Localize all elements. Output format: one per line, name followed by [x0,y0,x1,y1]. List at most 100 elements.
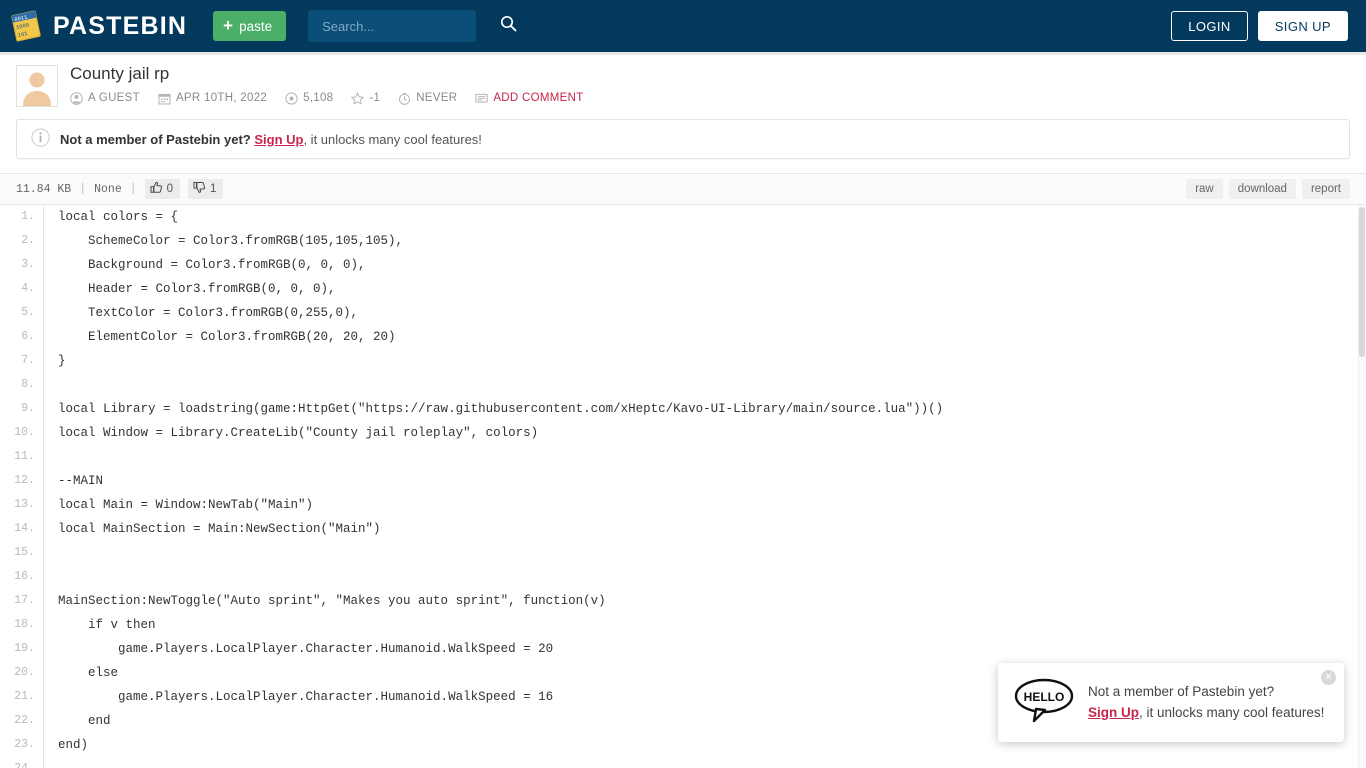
code-line: 10. local Window = Library.CreateLib("Cou… [0,421,1366,445]
clock-icon [398,92,411,105]
add-comment-link[interactable]: ADD COMMENT [475,92,583,105]
like-button[interactable]: 0 [144,179,181,199]
line-number: 24. [0,757,44,768]
toolbar-separator-1: | [79,182,87,196]
auth-buttons: LOGIN SIGN UP [1171,11,1348,41]
star-icon [351,92,365,105]
code-line: 18. if v then [0,613,1366,637]
code-scrollbar[interactable] [1358,205,1366,768]
search-icon[interactable] [500,15,517,37]
meta-rating-label: -1 [369,92,381,105]
toast-tail: , it unlocks many cool features! [1139,704,1325,720]
line-number: 1. [0,205,44,229]
code-line: 8. [0,373,1366,397]
membership-banner: Not a member of Pastebin yet? Sign Up, i… [16,119,1350,159]
line-number: 3. [0,253,44,277]
line-text[interactable]: game.Players.LocalPlayer.Character.Human… [44,637,1366,661]
code-line: 17. MainSection:NewToggle("Auto sprint", … [0,589,1366,613]
code-line: 3. Background = Color3.fromRGB(0, 0, 0), [0,253,1366,277]
line-number: 7. [0,349,44,373]
line-text[interactable]: --MAIN [44,469,1366,493]
meta-date-label: APR 10TH, 2022 [175,92,268,105]
plus-icon: + [223,15,234,35]
code-line: 12. --MAIN [0,469,1366,493]
brand-logo-link[interactable]: 0011 1000 101 PASTEBIN [8,8,187,44]
line-text[interactable] [44,757,1366,768]
line-number: 5. [0,301,44,325]
svg-text:HELLO: HELLO [1024,690,1065,704]
line-number: 17. [0,589,44,613]
banner-tail: , it unlocks many cool features! [303,131,482,147]
line-text[interactable]: if v then [44,613,1366,637]
code-line: 4. Header = Color3.fromRGB(0, 0, 0), [0,277,1366,301]
dislike-button[interactable]: 1 [188,179,224,199]
search-input[interactable] [320,17,501,35]
line-number: 19. [0,637,44,661]
line-number: 16. [0,565,44,589]
line-number: 14. [0,517,44,541]
meta-rating[interactable]: -1 [351,92,380,105]
code-line: 19. game.Players.LocalPlayer.Character.H… [0,637,1366,661]
line-number: 22. [0,709,44,733]
paste-language: None [94,182,122,196]
close-icon[interactable]: ✕ [1321,670,1336,685]
download-button[interactable]: download [1228,179,1296,199]
user-icon [70,91,83,105]
meta-date: APR 10TH, 2022 [158,92,267,105]
banner-signup-link[interactable]: Sign Up [254,132,303,147]
toast-signup-link[interactable]: Sign Up [1088,705,1139,720]
report-button[interactable]: report [1301,179,1350,199]
search-box[interactable] [308,10,517,42]
line-text[interactable]: Header = Color3.fromRGB(0, 0, 0), [44,277,1366,301]
meta-author-label: A GUEST [88,92,140,105]
line-number: 12. [0,469,44,493]
code-scrollbar-thumb[interactable] [1359,207,1365,357]
code-line: 5. TextColor = Color3.fromRGB(0,255,0), [0,301,1366,325]
line-text[interactable]: TextColor = Color3.fromRGB(0,255,0), [44,301,1366,325]
paste-header: County jail rp A GUEST APR 10TH, 2022 5,… [0,55,1366,107]
line-number: 20. [0,661,44,685]
line-number: 21. [0,685,44,709]
line-text[interactable]: } [44,349,1366,373]
raw-button[interactable]: raw [1186,179,1223,199]
hello-speech-bubble-icon: HELLO [1014,676,1074,729]
line-number: 11. [0,445,44,469]
line-number: 10. [0,421,44,445]
signup-toast: HELLO Not a member of Pastebin yet? Sign… [998,663,1344,742]
line-number: 15. [0,541,44,565]
thumbs-down-icon [193,181,206,197]
new-paste-label: paste [239,18,273,34]
code-line: 2. SchemeColor = Color3.fromRGB(105,105,… [0,229,1366,253]
page-title: County jail rp [70,64,170,83]
paste-size: 11.84 KB [16,182,72,196]
new-paste-button[interactable]: + paste [213,11,287,41]
code-line: 1. local colors = { [0,205,1366,229]
line-number: 2. [0,229,44,253]
line-text[interactable]: local Library = loadstring(game:HttpGet(… [44,397,1366,421]
thumbs-up-icon [150,181,163,197]
code-line: 15. [0,541,1366,565]
line-text[interactable] [44,541,1366,565]
toast-line-1: Not a member of Pastebin yet? [1088,683,1275,699]
paste-meta-row: A GUEST APR 10TH, 2022 5,108 -1 NEVER AD… [70,91,1350,105]
line-text[interactable]: local Window = Library.CreateLib("County… [44,421,1366,445]
meta-expiry: NEVER [398,92,457,105]
line-text[interactable]: Background = Color3.fromRGB(0, 0, 0), [44,253,1366,277]
comment-icon [475,92,489,105]
code-line: 14. local MainSection = Main:NewSection("… [0,517,1366,541]
line-text[interactable]: ElementColor = Color3.fromRGB(20, 20, 20… [44,325,1366,349]
line-text[interactable] [44,445,1366,469]
line-text[interactable]: MainSection:NewToggle("Auto sprint", "Ma… [44,589,1366,613]
login-button[interactable]: LOGIN [1171,11,1248,41]
code-line: 24. [0,757,1366,768]
line-text[interactable]: local Main = Window:NewTab("Main") [44,493,1366,517]
user-avatar-icon [16,65,58,107]
line-text[interactable] [44,373,1366,397]
line-text[interactable]: SchemeColor = Color3.fromRGB(105,105,105… [44,229,1366,253]
line-text[interactable]: local colors = { [44,205,1366,229]
line-text[interactable] [44,565,1366,589]
signup-button[interactable]: SIGN UP [1257,11,1348,41]
line-number: 9. [0,397,44,421]
meta-author[interactable]: A GUEST [70,91,140,105]
line-text[interactable]: local MainSection = Main:NewSection("Mai… [44,517,1366,541]
